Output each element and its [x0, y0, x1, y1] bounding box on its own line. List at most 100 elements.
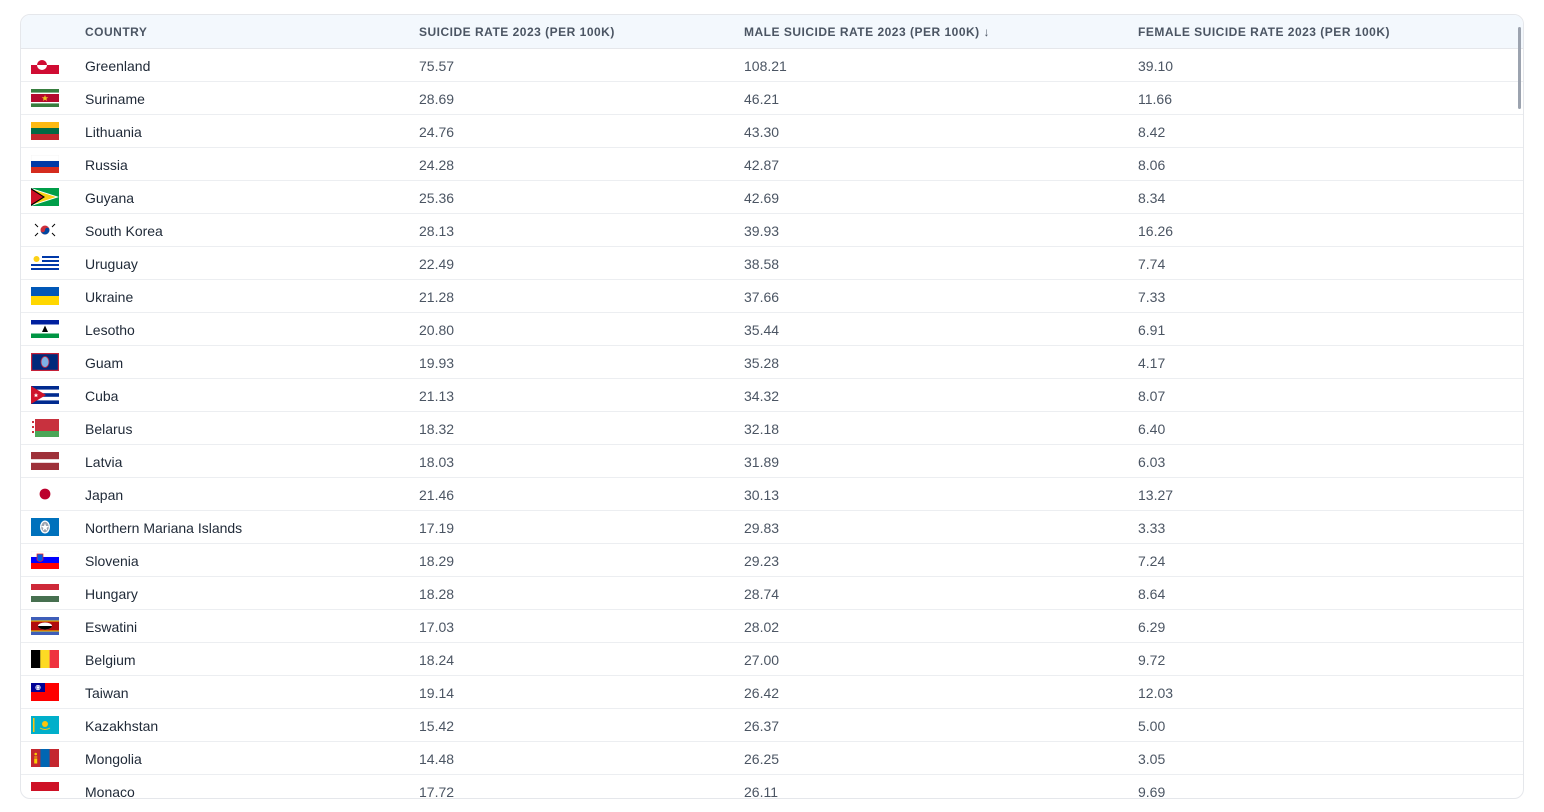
- male-suicide-rate-value: 108.21: [744, 58, 787, 74]
- suicide-rate-value: 28.69: [419, 91, 455, 107]
- table-row[interactable]: Kazakhstan 15.42 26.37 5.00: [21, 709, 1523, 742]
- country-name: Northern Mariana Islands: [85, 520, 243, 536]
- female-suicide-rate-value: 16.26: [1138, 223, 1174, 239]
- male-suicide-rate-value: 28.74: [744, 586, 780, 602]
- flag-belgium-icon: [31, 650, 59, 668]
- female-suicide-rate-value: 4.17: [1138, 355, 1166, 371]
- table-row[interactable]: Mongolia 14.48 26.25 3.05: [21, 742, 1523, 775]
- male-suicide-rate-value: 42.87: [744, 157, 780, 173]
- flag-guyana-icon: [31, 188, 59, 206]
- table-row[interactable]: Ukraine 21.28 37.66 7.33: [21, 280, 1523, 313]
- table-row[interactable]: Uruguay 22.49 38.58 7.74: [21, 247, 1523, 280]
- male-suicide-rate-value: 29.23: [744, 553, 780, 569]
- male-suicide-rate-value: 39.93: [744, 223, 780, 239]
- table-row[interactable]: Japan 21.46 30.13 13.27: [21, 478, 1523, 511]
- female-suicide-rate-value: 5.00: [1138, 718, 1166, 734]
- country-name: Taiwan: [85, 685, 129, 701]
- table-row[interactable]: Belgium 18.24 27.00 9.72: [21, 643, 1523, 676]
- country-name: Eswatini: [85, 619, 138, 635]
- suicide-rate-value: 14.48: [419, 751, 455, 767]
- female-suicide-rate-value: 8.64: [1138, 586, 1166, 602]
- flag-northern-mariana-islands-icon: [31, 518, 59, 536]
- table-row[interactable]: Guam 19.93 35.28 4.17: [21, 346, 1523, 379]
- male-suicide-rate-value: 42.69: [744, 190, 780, 206]
- table-row[interactable]: Lithuania 24.76 43.30 8.42: [21, 115, 1523, 148]
- country-name: Cuba: [85, 388, 119, 404]
- country-name: Suriname: [85, 91, 145, 107]
- suicide-rate-value: 17.19: [419, 520, 455, 536]
- suicide-rate-value: 18.29: [419, 553, 455, 569]
- country-name: South Korea: [85, 223, 163, 239]
- male-suicide-rate-value: 43.30: [744, 124, 780, 140]
- female-suicide-rate-value: 7.24: [1138, 553, 1166, 569]
- flag-taiwan-icon: [31, 683, 59, 701]
- suicide-rate-value: 21.13: [419, 388, 455, 404]
- male-suicide-rate-value: 31.89: [744, 454, 780, 470]
- female-suicide-rate-value: 3.05: [1138, 751, 1166, 767]
- male-suicide-rate-value: 26.11: [744, 784, 778, 799]
- male-suicide-rate-value: 46.21: [744, 91, 780, 107]
- table-row[interactable]: Greenland 75.57 108.21 39.10: [21, 49, 1523, 82]
- female-suicide-rate-value: 12.03: [1138, 685, 1174, 701]
- suicide-rate-value: 21.28: [419, 289, 455, 305]
- column-header-country[interactable]: COUNTRY: [85, 25, 147, 39]
- female-suicide-rate-value: 7.33: [1138, 289, 1166, 305]
- flag-belarus-icon: [31, 419, 59, 437]
- flag-hungary-icon: [31, 584, 59, 602]
- column-header-suicide-rate[interactable]: SUICIDE RATE 2023 (PER 100K): [419, 25, 615, 39]
- suicide-rate-value: 18.24: [419, 652, 455, 668]
- table-row[interactable]: Cuba 21.13 34.32 8.07: [21, 379, 1523, 412]
- female-suicide-rate-value: 6.03: [1138, 454, 1166, 470]
- column-header-female-suicide-rate[interactable]: FEMALE SUICIDE RATE 2023 (PER 100K): [1138, 25, 1390, 39]
- male-suicide-rate-value: 35.44: [744, 322, 780, 338]
- table-row[interactable]: Suriname 28.69 46.21 11.66: [21, 82, 1523, 115]
- flag-cuba-icon: [31, 386, 59, 404]
- suicide-rate-value: 24.28: [419, 157, 455, 173]
- male-suicide-rate-value: 30.13: [744, 487, 780, 503]
- female-suicide-rate-value: 9.72: [1138, 652, 1166, 668]
- country-name: Monaco: [85, 784, 135, 799]
- table-row[interactable]: Latvia 18.03 31.89 6.03: [21, 445, 1523, 478]
- table-row[interactable]: Guyana 25.36 42.69 8.34: [21, 181, 1523, 214]
- suicide-rate-value: 19.14: [419, 685, 455, 701]
- suicide-rate-value: 28.13: [419, 223, 455, 239]
- country-name: Uruguay: [85, 256, 138, 272]
- country-name: Kazakhstan: [85, 718, 159, 734]
- flag-lithuania-icon: [31, 122, 59, 140]
- flag-mongolia-icon: [31, 749, 59, 767]
- flag-monaco-icon: [31, 782, 59, 798]
- suicide-rate-value: 15.42: [419, 718, 455, 734]
- suicide-rate-value: 17.72: [419, 784, 455, 799]
- suicide-rate-value: 21.46: [419, 487, 455, 503]
- table-row[interactable]: Monaco 17.72 26.11 9.69: [21, 775, 1523, 799]
- column-header-male-suicide-rate[interactable]: MALE SUICIDE RATE 2023 (PER 100K) ↓: [744, 25, 990, 39]
- female-suicide-rate-value: 39.10: [1138, 58, 1174, 74]
- female-suicide-rate-value: 13.27: [1138, 487, 1174, 503]
- table-row[interactable]: Belarus 18.32 32.18 6.40: [21, 412, 1523, 445]
- suicide-rate-value: 24.76: [419, 124, 455, 140]
- country-name: Japan: [85, 487, 124, 503]
- table-row[interactable]: Northern Mariana Islands 17.19 29.83 3.33: [21, 511, 1523, 544]
- suicide-rate-value: 75.57: [419, 58, 455, 74]
- suicide-rate-value: 19.93: [419, 355, 455, 371]
- table-row[interactable]: Slovenia 18.29 29.23 7.24: [21, 544, 1523, 577]
- flag-south-korea-icon: [31, 221, 59, 239]
- female-suicide-rate-value: 3.33: [1138, 520, 1166, 536]
- country-name: Lithuania: [85, 124, 142, 140]
- flag-slovenia-icon: [31, 551, 59, 569]
- table-row[interactable]: Russia 24.28 42.87 8.06: [21, 148, 1523, 181]
- table-row[interactable]: Lesotho 20.80 35.44 6.91: [21, 313, 1523, 346]
- suicide-rate-value: 25.36: [419, 190, 455, 206]
- table-row[interactable]: Hungary 18.28 28.74 8.64: [21, 577, 1523, 610]
- male-suicide-rate-value: 26.42: [744, 685, 780, 701]
- country-name: Ukraine: [85, 289, 134, 305]
- table-row[interactable]: Eswatini 17.03 28.02 6.29: [21, 610, 1523, 643]
- female-suicide-rate-value: 11.66: [1138, 91, 1172, 107]
- country-name: Belarus: [85, 421, 133, 437]
- female-suicide-rate-value: 7.74: [1138, 256, 1166, 272]
- table-row[interactable]: Taiwan 19.14 26.42 12.03: [21, 676, 1523, 709]
- male-suicide-rate-value: 37.66: [744, 289, 780, 305]
- table-row[interactable]: South Korea 28.13 39.93 16.26: [21, 214, 1523, 247]
- vertical-scrollbar[interactable]: [1518, 27, 1521, 109]
- suicide-rate-value: 22.49: [419, 256, 455, 272]
